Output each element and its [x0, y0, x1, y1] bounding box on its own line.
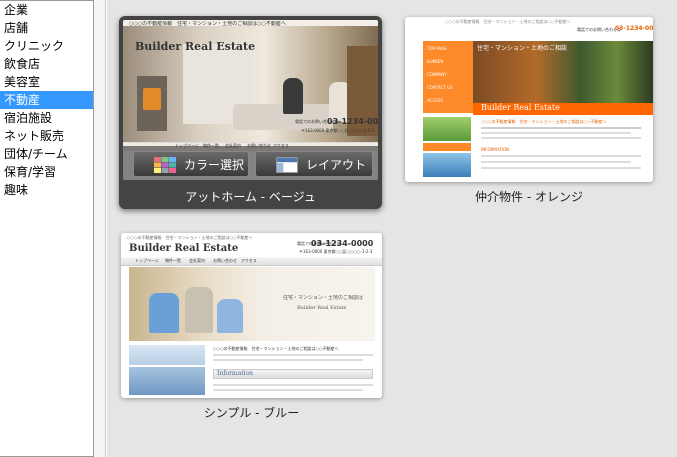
preview-nav-1: TOP PAGE: [427, 46, 447, 51]
template-preview-image: ○○○の不動産情報 住宅・マンション・土地のご相談は○○不動産へ Builder…: [121, 233, 382, 398]
layout-icon: [276, 157, 298, 173]
category-item-clinic[interactable]: クリニック: [0, 37, 93, 55]
preview-intro: ○○○の不動産情報 住宅・マンション・土地のご相談は○○不動産へ: [481, 119, 607, 124]
category-item-store[interactable]: 店舗: [0, 19, 93, 37]
preview-address: 〒163-0000 東京都○○区○○○○-1-2-3: [299, 249, 373, 254]
preview-nav-5: アクセス: [241, 258, 257, 263]
category-item-team[interactable]: 団体/チーム: [0, 145, 93, 163]
preview-phone: 03-1234-0000: [327, 117, 378, 126]
preview-nav-2: BUKKEN: [427, 59, 444, 64]
template-caption: シンプル - ブルー: [203, 406, 300, 420]
preview-hero-brand: Builder Real Estate: [297, 305, 347, 311]
category-item-lodging[interactable]: 宿泊施設: [0, 109, 93, 127]
preview-logo: Builder Real Estate: [129, 243, 239, 254]
pane-splitter[interactable]: [94, 0, 106, 457]
template-preview-image: ○○○の不動産情報 住宅・マンション・土地のご相談は○○不動産へ Builder…: [123, 20, 378, 180]
preview-intro: ○○○の不動産情報 住宅・マンション・土地のご相談は○○不動産へ: [213, 346, 339, 351]
preview-hero-text: 住宅・マンション・土地のご相談は: [283, 295, 364, 301]
preview-headline: 住宅・マンション・土地のご相談: [477, 45, 568, 52]
color-select-label: カラー選択: [184, 158, 245, 172]
category-item-salon[interactable]: 美容室: [0, 73, 93, 91]
preview-nav-1: トップページ: [135, 258, 159, 263]
category-item-hobby[interactable]: 趣味: [0, 181, 93, 199]
template-action-bar: カラー選択 レイアウト選択: [123, 146, 378, 180]
preview-info-heading: Information: [217, 370, 254, 377]
layout-select-button[interactable]: レイアウト選択: [255, 151, 373, 177]
category-item-real-estate[interactable]: 不動産: [0, 91, 93, 109]
category-item-education[interactable]: 保育/学習: [0, 163, 93, 181]
preview-nav-3: 会社案内: [189, 258, 205, 263]
template-card-athome-beige[interactable]: ○○○の不動産情報 住宅・マンション・土地のご相談は○○不動産へ Builder…: [119, 16, 382, 209]
category-item-kigyou[interactable]: 企業: [0, 1, 93, 19]
preview-tagline: ○○○の不動産情報 住宅・マンション・土地のご相談は○○不動産へ: [445, 19, 571, 24]
category-item-restaurant[interactable]: 飲食店: [0, 55, 93, 73]
color-palette-icon: [154, 157, 176, 173]
preview-phone: 03-1234-0000: [615, 25, 653, 32]
template-card-chukai-orange[interactable]: ○○○の不動産情報 住宅・マンション・土地のご相談は○○不動産へ 電話でのお問い…: [405, 17, 655, 207]
preview-logo: Builder Real Estate: [481, 103, 560, 112]
template-preview-image: ○○○の不動産情報 住宅・マンション・土地のご相談は○○不動産へ 電話でのお問い…: [405, 17, 653, 182]
preview-nav-5: ACCESS: [427, 98, 443, 103]
template-card-simple-blue[interactable]: ○○○の不動産情報 住宅・マンション・土地のご相談は○○不動産へ Builder…: [121, 233, 384, 423]
layout-select-label: レイアウト選択: [306, 158, 367, 172]
template-caption: アットホーム - ベージュ: [185, 190, 316, 204]
template-caption: 仲介物件 - オレンジ: [475, 190, 583, 204]
preview-address: 〒163-0000 東京都○○区○○○○-1-2-3: [301, 128, 375, 133]
template-gallery: ○○○の不動産情報 住宅・マンション・土地のご相談は○○不動産へ Builder…: [107, 0, 677, 457]
preview-nav-3: COMPANY: [427, 72, 447, 77]
preview-tagline: ○○○の不動産情報 住宅・マンション・土地のご相談は○○不動産へ: [127, 235, 253, 240]
color-select-button[interactable]: カラー選択: [133, 151, 249, 177]
preview-nav-4: お問い合わせ: [213, 258, 237, 263]
preview-info-heading: INFORMATION: [481, 147, 510, 152]
category-item-online-shop[interactable]: ネット販売: [0, 127, 93, 145]
preview-nav-2: 物件一覧: [165, 258, 181, 263]
category-list: 企業 店舗 クリニック 飲食店 美容室 不動産 宿泊施設 ネット販売 団体/チー…: [0, 0, 94, 457]
preview-phone: 03-1234-0000: [311, 239, 374, 248]
preview-logo: Builder Real Estate: [135, 40, 256, 53]
preview-nav-4: CONTACT US: [427, 85, 453, 90]
